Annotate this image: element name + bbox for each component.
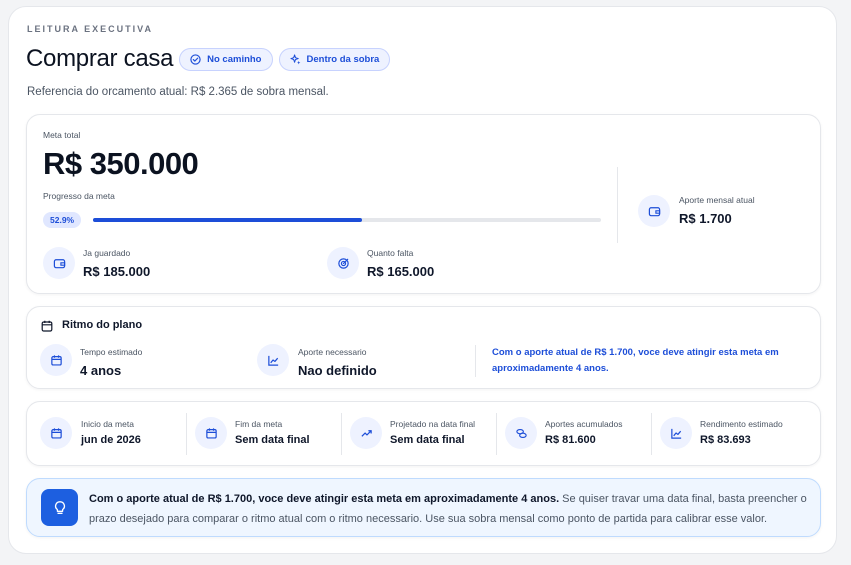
- budget-reference: Referencia do orcamento atual: R$ 2.365 …: [27, 86, 329, 98]
- divider: [496, 413, 497, 455]
- target-icon: [327, 247, 359, 279]
- divider: [475, 345, 476, 377]
- stat-value: R$ 81.600: [545, 434, 596, 446]
- wallet-icon: [43, 247, 75, 279]
- calendar-icon: [195, 417, 227, 449]
- progress-label: Progresso da meta: [43, 191, 115, 201]
- total-label: Meta total: [43, 130, 81, 140]
- chart-icon: [257, 344, 289, 376]
- saved-value: R$ 185.000: [83, 264, 151, 279]
- badge-label: Dentro da sobra: [306, 53, 380, 65]
- progress-fill: [93, 218, 362, 222]
- stat-value: jun de 2026: [81, 434, 141, 446]
- wallet-icon: [638, 195, 670, 227]
- stat-label: Projetado na data final: [390, 419, 476, 429]
- time-label: Tempo estimado: [80, 347, 143, 357]
- sparkles-icon: [289, 53, 300, 64]
- status-badge-within-surplus: Dentro da sobra: [278, 47, 391, 71]
- stat-value: Sem data final: [390, 434, 465, 446]
- note-bold: Com o aporte atual de R$ 1.700, voce dev…: [89, 493, 560, 505]
- pace-card: Ritmo do plano Tempo estimado 4 anos Apo…: [26, 306, 821, 389]
- progress-percent-badge: 52.9%: [43, 212, 82, 228]
- insight-note: Com o aporte atual de R$ 1.700, voce dev…: [26, 478, 821, 537]
- calendar-icon: [40, 417, 72, 449]
- coins-icon: [505, 417, 537, 449]
- badge-label: No caminho: [207, 53, 262, 65]
- goal-card: Meta total R$ 350.000 Progresso da meta …: [26, 114, 821, 294]
- calendar-icon: [40, 344, 72, 376]
- stat-label: Rendimento estimado: [700, 419, 783, 429]
- page-title: Comprar casa: [26, 45, 174, 72]
- divider: [186, 413, 187, 455]
- calendar-icon: [41, 320, 53, 332]
- stat-label: Aportes acumulados: [545, 419, 623, 429]
- saved-label: Ja guardado: [83, 248, 131, 258]
- monthly-value: R$ 1.700: [679, 211, 732, 226]
- remaining-value: R$ 165.000: [367, 264, 435, 279]
- goal-summary-panel: LEITURA EXECUTIVA Comprar casa No caminh…: [8, 6, 837, 554]
- needed-label: Aporte necessario: [298, 347, 367, 357]
- stat-value: R$ 83.693: [700, 434, 751, 446]
- stats-card: Inicio da meta jun de 2026 Fim da meta S…: [26, 401, 821, 466]
- pace-message: Com o aporte atual de R$ 1.700, voce dev…: [492, 347, 779, 374]
- stat-label: Fim da meta: [235, 419, 283, 429]
- total-value: R$ 350.000: [43, 146, 199, 181]
- lightbulb-icon: [41, 489, 78, 526]
- time-value: 4 anos: [80, 363, 122, 378]
- eyebrow: LEITURA EXECUTIVA: [27, 24, 154, 34]
- monthly-label: Aporte mensal atual: [679, 195, 755, 205]
- title-row: Comprar casa No caminho Dentro da sobra: [26, 45, 391, 73]
- divider: [617, 167, 618, 243]
- needed-value: Nao definido: [298, 363, 377, 378]
- divider: [651, 413, 652, 455]
- check-circle-icon: [190, 53, 201, 65]
- stat-label: Inicio da meta: [81, 419, 134, 429]
- note-text: Com o aporte atual de R$ 1.700, voce dev…: [89, 489, 809, 529]
- stat-value: Sem data final: [235, 434, 310, 446]
- chart-icon: [660, 417, 692, 449]
- trend-up-icon: [350, 417, 382, 449]
- divider: [341, 413, 342, 455]
- pace-title: Ritmo do plano: [62, 319, 143, 331]
- status-badge-on-track: No caminho: [179, 47, 273, 71]
- remaining-label: Quanto falta: [367, 248, 414, 258]
- progress-bar: [93, 218, 601, 222]
